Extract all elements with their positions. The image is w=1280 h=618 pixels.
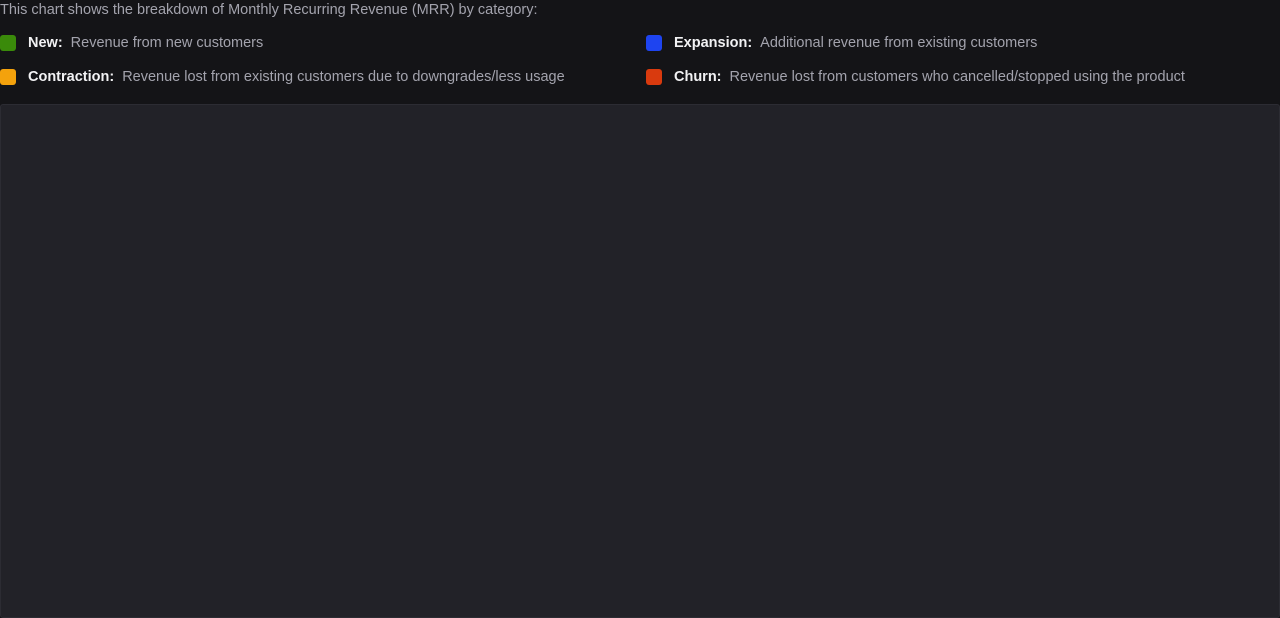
chart-description: This chart shows the breakdown of Monthl… (0, 2, 538, 18)
legend-description-contraction: Revenue lost from existing customers due… (122, 69, 565, 85)
legend-item-new: New: Revenue from new customers (0, 34, 263, 52)
legend-item-churn: Churn: Revenue lost from customers who c… (646, 68, 1185, 86)
legend-item-contraction: Contraction: Revenue lost from existing … (0, 68, 565, 86)
legend-description-expansion: Additional revenue from existing custome… (760, 35, 1038, 51)
mrr-chart-page: This chart shows the breakdown of Monthl… (0, 0, 1280, 618)
legend-name-churn: Churn: (674, 69, 722, 85)
new-color-swatch (0, 35, 16, 51)
legend-name-expansion: Expansion: (674, 35, 753, 51)
legend-name-contraction: Contraction: (28, 69, 115, 85)
legend-description-churn: Revenue lost from customers who cancelle… (729, 69, 1185, 85)
contraction-color-swatch (0, 69, 16, 85)
churn-color-swatch (646, 69, 662, 85)
mrr-chart-area (0, 104, 1280, 618)
legend-description-new: Revenue from new customers (70, 35, 264, 51)
legend-item-expansion: Expansion: Additional revenue from exist… (646, 34, 1037, 52)
expansion-color-swatch (646, 35, 662, 51)
mrr-category-legend: New: Revenue from new customers Expansio… (0, 34, 1280, 94)
legend-name-new: New: (28, 35, 63, 51)
